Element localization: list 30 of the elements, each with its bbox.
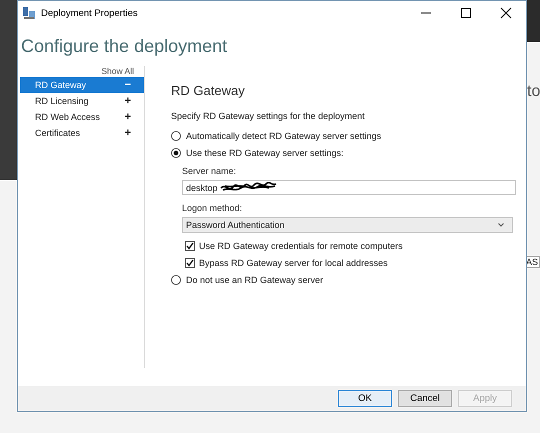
background-app-panel <box>527 0 540 42</box>
show-all-link[interactable]: Show All <box>101 66 134 76</box>
input-field[interactable]: desktop <box>182 180 516 195</box>
app-icon <box>22 6 36 20</box>
logon-dropdown[interactable]: Password Authentication <box>182 217 513 233</box>
field-label: Logon method: <box>182 202 242 215</box>
chevron-icon <box>498 223 504 227</box>
sidebar-item[interactable]: RD Web Access + <box>20 109 144 125</box>
page-heading: Configure the deployment <box>20 35 228 58</box>
background-text: to <box>527 83 540 101</box>
section-heading: RD Gateway <box>171 83 245 98</box>
sidebar-item[interactable]: Certificates + <box>20 125 144 141</box>
radio-button[interactable] <box>171 274 181 284</box>
checkbox[interactable] <box>185 258 195 268</box>
dialog-button[interactable]: Cancel <box>398 390 452 407</box>
radio-label[interactable]: Automatically detect RD Gateway server settings <box>186 130 382 140</box>
dialog-button[interactable]: OK <box>338 390 392 407</box>
sidebar-item[interactable]: RD Gateway − <box>20 77 144 93</box>
field-label: Server name: <box>182 164 236 178</box>
radio-button[interactable] <box>171 148 181 158</box>
window-title: Deployment Properties <box>41 8 138 18</box>
checkbox-label[interactable]: Bypass RD Gateway server for local addresses <box>199 258 388 268</box>
checkbox-label[interactable]: Use RD Gateway credentials for remote computers <box>199 240 403 250</box>
radio-label[interactable]: Do not use an RD Gateway server <box>186 274 324 284</box>
checkbox[interactable] <box>185 240 195 250</box>
sidebar-item[interactable]: RD Licensing + <box>20 93 144 109</box>
radio-label[interactable]: Use these RD Gateway server settings: <box>186 148 344 158</box>
radio-button[interactable] <box>171 130 181 140</box>
instruction-text: Specify RD Gateway settings for the deployment <box>171 111 365 121</box>
redaction-scribble <box>218 182 279 194</box>
